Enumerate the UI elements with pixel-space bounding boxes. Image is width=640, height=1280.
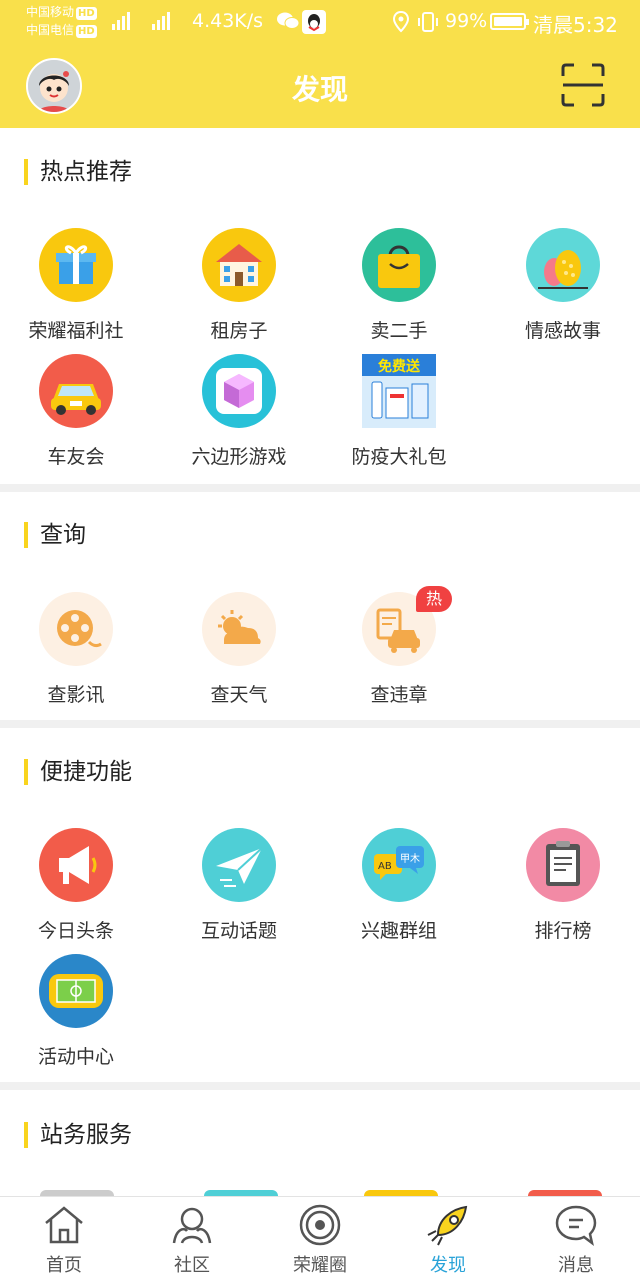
- item-headlines[interactable]: 今日头条: [1, 828, 151, 943]
- cube-icon: [202, 354, 276, 428]
- item-label: 查违章: [370, 684, 428, 706]
- clock: 清晨5:32: [533, 13, 618, 37]
- signal-icon: [152, 12, 170, 30]
- status-bar: 中国移动 HD 中国电信 HD 4.43K/s 99% 清晨5:32: [0, 0, 640, 44]
- clipboard-icon: [526, 828, 600, 902]
- shopping-bag-icon: [362, 228, 436, 302]
- section-query: 查询 查影讯 查天气 查违章 热: [0, 492, 640, 720]
- item-label: 防疫大礼包: [351, 446, 447, 468]
- nav-messages[interactable]: 消息: [512, 1197, 640, 1280]
- item-groups[interactable]: AB 甲木 兴趣群组: [324, 828, 474, 943]
- item-label: 排行榜: [534, 920, 592, 942]
- section-hot: 热点推荐 荣耀福利社 租房子 卖二手 情感故事 车友会 六边形游戏 免费送 防疫…: [0, 128, 640, 484]
- item-movies[interactable]: 查影讯: [1, 592, 151, 707]
- rocket-icon: [427, 1205, 468, 1246]
- egg-icon: [526, 228, 600, 302]
- item-violations[interactable]: 查违章: [324, 592, 474, 707]
- film-reel-icon: [39, 592, 113, 666]
- nav-honor-circle[interactable]: 荣耀圈: [256, 1197, 384, 1280]
- item-label: 今日头条: [37, 920, 114, 942]
- svg-text:甲木: 甲木: [400, 853, 420, 865]
- item-label: 查影讯: [47, 684, 105, 706]
- nav-label: 消息: [558, 1255, 594, 1276]
- wechat-icon: [277, 12, 300, 29]
- section-title: 便捷功能: [24, 759, 132, 785]
- message-icon: [555, 1205, 597, 1247]
- hd-badge: HD: [76, 7, 97, 20]
- item-topics[interactable]: 互动话题: [164, 828, 314, 943]
- location-icon: [392, 10, 410, 33]
- signal-icon: [112, 12, 130, 30]
- nav-label: 荣耀圈: [293, 1255, 347, 1276]
- page-title: 发现: [291, 73, 348, 106]
- item-label: 情感故事: [524, 320, 601, 342]
- scan-icon[interactable]: [560, 62, 606, 108]
- nav-home[interactable]: 首页: [0, 1197, 128, 1280]
- stadium-icon: [39, 954, 113, 1028]
- community-icon: [172, 1207, 212, 1244]
- item-label: 兴趣群组: [360, 920, 437, 942]
- item-label: 车友会: [47, 446, 105, 468]
- carrier-info: 中国移动 HD 中国电信 HD: [26, 3, 97, 39]
- section-title: 站务服务: [24, 1122, 132, 1148]
- item-stories[interactable]: 情感故事: [488, 228, 638, 343]
- chat-bubbles-icon: AB 甲木: [362, 828, 436, 902]
- battery-icon: [490, 13, 529, 30]
- carrier-2: 中国电信: [26, 23, 75, 37]
- hot-badge: 热: [416, 586, 453, 612]
- svg-text:AB: AB: [378, 861, 392, 872]
- item-secondhand[interactable]: 卖二手: [324, 228, 474, 343]
- item-label: 六边形游戏: [191, 446, 287, 468]
- nav-discover[interactable]: 发现: [384, 1197, 512, 1280]
- item-label: 查天气: [210, 684, 268, 706]
- item-events[interactable]: 活动中心: [1, 954, 151, 1069]
- weather-icon: [202, 592, 276, 666]
- car-icon: [39, 354, 113, 428]
- gift-icon: [39, 228, 113, 302]
- battery-percent: 99%: [445, 10, 488, 32]
- item-label: 活动中心: [37, 1046, 114, 1068]
- item-label: 荣耀福利社: [28, 320, 124, 342]
- epidemic-kit-icon: 免费送: [362, 354, 436, 428]
- carrier-1: 中国移动: [26, 5, 75, 19]
- item-car-club[interactable]: 车友会: [1, 354, 151, 469]
- hd-badge: HD: [76, 25, 97, 38]
- item-hexagon-game[interactable]: 六边形游戏: [164, 354, 314, 469]
- nav-community[interactable]: 社区: [128, 1197, 256, 1280]
- item-label: 卖二手: [370, 320, 428, 342]
- nav-label: 首页: [46, 1255, 82, 1276]
- item-epidemic-kit[interactable]: 免费送 防疫大礼包: [324, 354, 474, 469]
- qq-icon: [302, 10, 326, 34]
- vibrate-icon: [418, 12, 438, 32]
- section-title: 热点推荐: [24, 159, 132, 185]
- nav-label: 发现: [430, 1255, 466, 1276]
- bottom-nav: 首页 社区 荣耀圈 发现 消息: [0, 1196, 640, 1280]
- nav-label: 社区: [174, 1255, 210, 1276]
- home-icon: [45, 1206, 83, 1244]
- network-speed: 4.43K/s: [192, 10, 264, 32]
- house-icon: [202, 228, 276, 302]
- megaphone-icon: [39, 828, 113, 902]
- item-weather[interactable]: 查天气: [164, 592, 314, 707]
- item-label: 租房子: [210, 320, 268, 342]
- section-station: 站务服务: [0, 1090, 640, 1196]
- item-rankings[interactable]: 排行榜: [488, 828, 638, 943]
- item-rent[interactable]: 租房子: [164, 228, 314, 343]
- top-bar: 中国移动 HD 中国电信 HD 4.43K/s 99% 清晨5:32 发现: [0, 0, 640, 128]
- paper-plane-icon: [202, 828, 276, 902]
- section-quick: 便捷功能 今日头条 互动话题 AB 甲木 兴趣群组 排行榜 活动中心: [0, 728, 640, 1082]
- planet-icon: [299, 1204, 341, 1246]
- section-title: 查询: [24, 522, 86, 548]
- item-welfare[interactable]: 荣耀福利社: [1, 228, 151, 343]
- item-label: 互动话题: [200, 920, 277, 942]
